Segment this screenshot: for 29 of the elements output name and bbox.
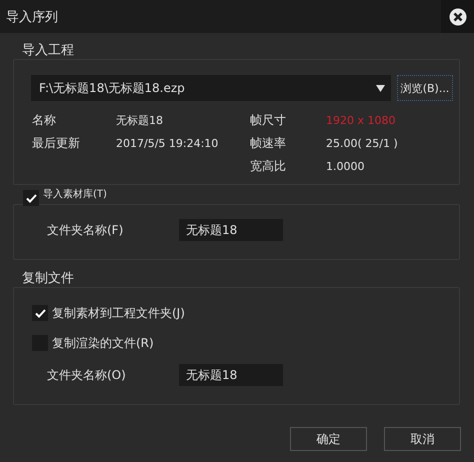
checkbox-label[interactable]: 复制素材到工程文件夹(J) <box>52 304 185 322</box>
dropdown-arrow-icon <box>376 84 385 92</box>
info-value: 1.0000 <box>326 160 364 172</box>
ok-button[interactable]: 确定 <box>290 427 367 451</box>
path-dropdown[interactable]: F:\无标题18\无标题18.ezp <box>31 75 391 101</box>
checkbox-label[interactable]: 导入素材库(T) <box>43 190 113 200</box>
window-title: 导入序列 <box>5 8 58 26</box>
checkbox-label[interactable]: 复制渲染的文件(R) <box>52 334 154 352</box>
info-value: 1920 x 1080 <box>326 114 396 126</box>
info-label: 名称 <box>32 112 57 128</box>
field-label: 文件夹名称(O) <box>47 366 127 384</box>
info-label: 帧尺寸 <box>250 112 287 128</box>
group-title: 导入工程 <box>21 42 75 57</box>
info-label: 帧速率 <box>250 134 287 152</box>
folder-name-field[interactable]: 无标题18 <box>179 364 283 386</box>
info-value: 25.00( 25/1 ) <box>326 136 398 150</box>
info-label: 宽高比 <box>250 158 287 174</box>
checkbox[interactable] <box>32 305 48 321</box>
close-icon <box>448 8 466 26</box>
info-value: 无标题18 <box>116 112 163 128</box>
group-title: 复制文件 <box>21 270 75 285</box>
close-button[interactable] <box>441 0 474 33</box>
field-label: 文件夹名称(F) <box>47 222 124 238</box>
checkbox[interactable] <box>23 190 39 206</box>
cancel-button[interactable]: 取消 <box>384 427 461 451</box>
info-label: 最后更新 <box>32 134 81 152</box>
browse-button[interactable]: 浏览(B)... <box>397 75 453 101</box>
folder-name-field[interactable]: 无标题18 <box>179 219 283 241</box>
info-value: 2017/5/5 19:24:10 <box>116 136 218 150</box>
